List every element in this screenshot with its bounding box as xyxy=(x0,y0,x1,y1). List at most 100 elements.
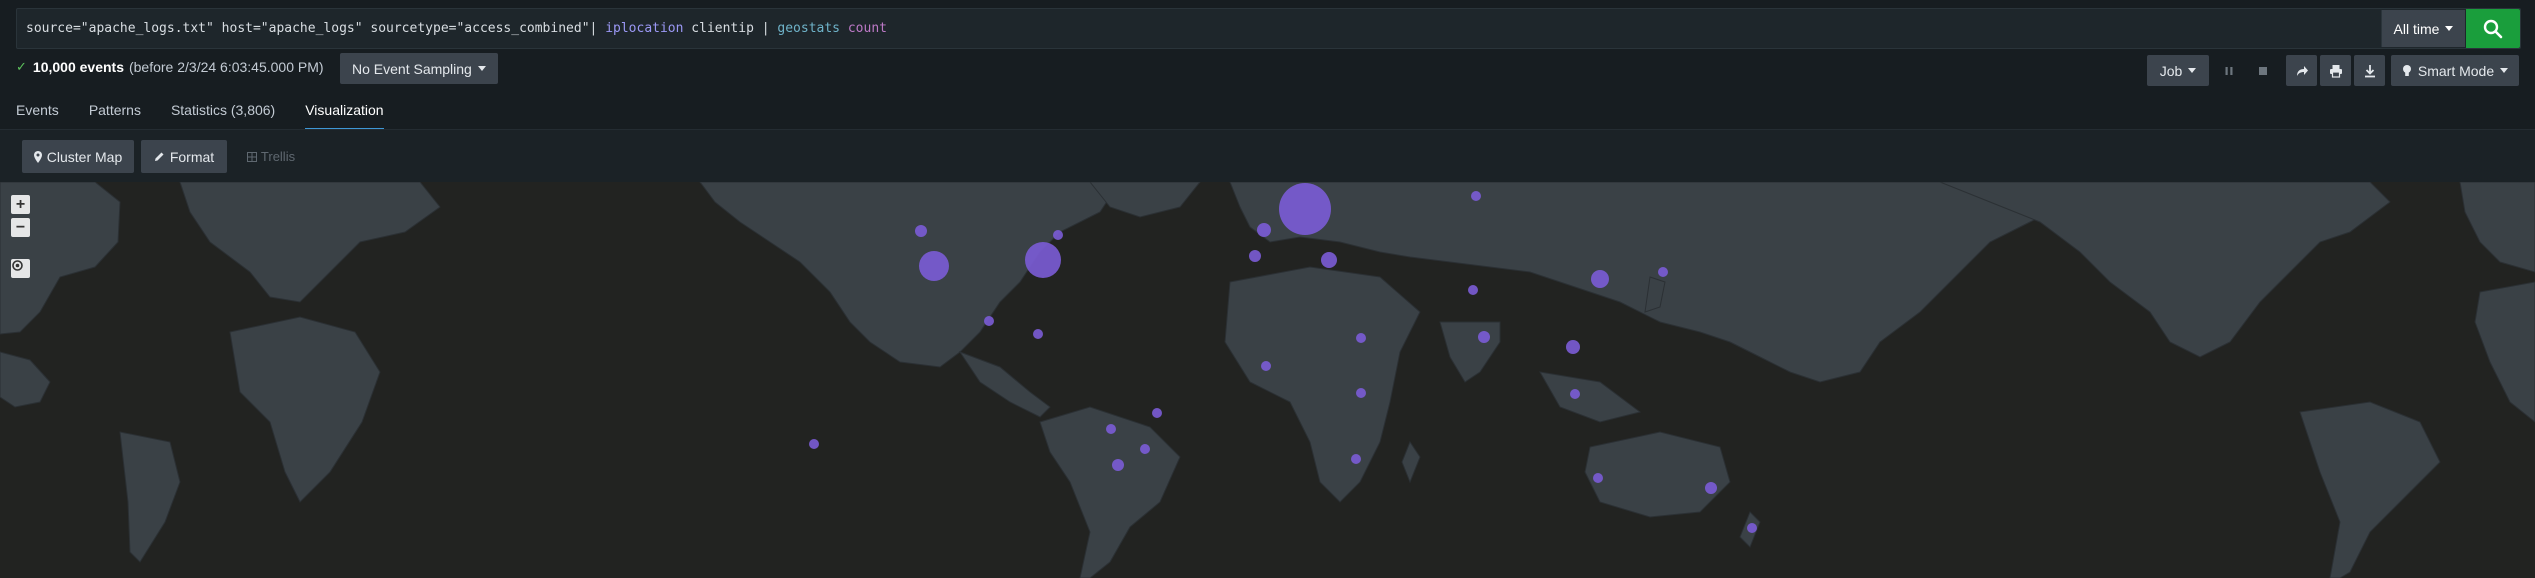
search-button[interactable] xyxy=(2466,9,2520,48)
cluster-marker xyxy=(1257,223,1271,237)
format-label: Format xyxy=(169,148,215,165)
cluster-marker xyxy=(1249,250,1261,262)
tab-events[interactable]: Events xyxy=(16,96,59,128)
cluster-marker xyxy=(1356,333,1366,343)
reset-view-button[interactable] xyxy=(11,259,30,278)
landmass-africa xyxy=(1224,266,1421,503)
cluster-marker xyxy=(1658,267,1668,277)
cluster-marker xyxy=(1112,459,1124,471)
job-label: Job xyxy=(2159,62,2183,79)
lightbulb-icon xyxy=(2402,64,2411,76)
zoom-in-button[interactable]: + xyxy=(11,195,30,214)
trellis-label: Trellis xyxy=(260,149,296,164)
landmass-south-america-west xyxy=(119,431,181,563)
cluster-map[interactable]: + − xyxy=(0,182,2535,578)
landmass-greenland xyxy=(1089,182,1201,218)
cluster-marker xyxy=(809,439,819,449)
share-button[interactable] xyxy=(2286,55,2317,86)
before-timestamp: (before 2/3/24 6:03:45.000 PM) xyxy=(128,59,324,75)
visualization-toolbar: Cluster Map Format Trellis xyxy=(0,130,2535,182)
cluster-marker xyxy=(1261,361,1271,371)
cluster-marker xyxy=(1351,454,1361,464)
zoom-out-button[interactable]: − xyxy=(11,218,30,237)
cluster-marker xyxy=(1033,329,1043,339)
stop-button[interactable] xyxy=(2247,55,2278,86)
format-button[interactable]: Format xyxy=(141,140,227,173)
job-status: ✓ 10,000 events (before 2/3/24 6:03:45.0… xyxy=(16,59,324,75)
cluster-marker xyxy=(1593,473,1603,483)
print-icon xyxy=(2329,64,2342,78)
search-query-input[interactable]: source="apache_logs.txt" host="apache_lo… xyxy=(26,21,887,36)
cluster-marker xyxy=(1025,242,1061,278)
cluster-marker xyxy=(1570,389,1580,399)
zoom-in-label: + xyxy=(15,195,26,213)
cluster-marker xyxy=(919,251,949,281)
job-menu-button[interactable]: Job xyxy=(2147,55,2209,86)
landmass-europe-east xyxy=(2459,182,2535,273)
pause-button[interactable] xyxy=(2213,55,2244,86)
trellis-button[interactable]: Trellis xyxy=(241,140,301,173)
search-icon xyxy=(2483,19,2503,38)
export-icon xyxy=(2364,64,2375,77)
query-text: clientip | xyxy=(683,21,778,36)
landmass-australia xyxy=(1584,431,1731,518)
pencil-icon xyxy=(154,152,164,161)
cluster-marker xyxy=(1747,523,1757,533)
cluster-marker xyxy=(915,225,927,237)
landmass-india xyxy=(1439,321,1501,383)
landmass-australia-west xyxy=(0,351,51,408)
cluster-marker xyxy=(1471,191,1481,201)
tab-patterns[interactable]: Patterns xyxy=(89,96,141,128)
chevron-down-icon xyxy=(2445,26,2454,31)
zoom-out-label: − xyxy=(15,218,26,236)
trellis-icon xyxy=(246,151,257,162)
tab-statistics[interactable]: Statistics (3,806) xyxy=(171,96,275,128)
time-range-label: All time xyxy=(2393,20,2440,37)
locate-icon xyxy=(12,260,23,271)
search-bar[interactable]: source="apache_logs.txt" host="apache_lo… xyxy=(16,8,2521,49)
landmass-south-america-east xyxy=(2299,401,2441,578)
landmass-southeast-asia xyxy=(1539,371,1642,423)
query-text: source="apache_logs.txt" host="apache_lo… xyxy=(26,21,606,36)
search-mode-label: Smart Mode xyxy=(2417,62,2495,79)
cluster-marker xyxy=(1140,444,1150,454)
landmass-africa-east xyxy=(2474,281,2535,423)
check-icon: ✓ xyxy=(16,59,27,74)
landmass-north-america xyxy=(699,182,1121,368)
cluster-marker xyxy=(1279,183,1331,235)
time-range-picker[interactable]: All time xyxy=(2381,10,2465,47)
landmass-north-america-east xyxy=(1939,182,2391,358)
visualization-type-button[interactable]: Cluster Map xyxy=(22,140,134,173)
map-marker-icon xyxy=(33,150,42,163)
cluster-marker xyxy=(1705,482,1717,494)
cluster-marker xyxy=(1468,285,1478,295)
cluster-marker xyxy=(1053,230,1063,240)
query-command-geostats: geostats xyxy=(777,21,841,36)
pause-icon xyxy=(2225,66,2232,75)
share-icon xyxy=(2296,65,2308,76)
cluster-map-label: Cluster Map xyxy=(46,148,123,165)
cluster-marker xyxy=(1152,408,1162,418)
tab-visualization[interactable]: Visualization xyxy=(305,96,384,130)
query-function-count: count xyxy=(847,21,887,36)
query-text xyxy=(840,21,848,36)
search-mode-dropdown[interactable]: Smart Mode xyxy=(2391,55,2519,86)
chevron-down-icon xyxy=(2188,68,2197,73)
landmass-madagascar xyxy=(1401,440,1421,484)
chevron-down-icon xyxy=(477,66,486,71)
landmass-central-america xyxy=(958,350,1051,418)
cluster-marker xyxy=(1321,252,1337,268)
cluster-marker xyxy=(1356,388,1366,398)
export-button[interactable] xyxy=(2354,55,2385,86)
landmass-africa-west xyxy=(229,316,381,503)
cluster-marker xyxy=(1106,424,1116,434)
print-button[interactable] xyxy=(2320,55,2351,86)
cluster-marker xyxy=(1591,270,1609,288)
landmass-north-america-west xyxy=(179,182,441,303)
stop-icon xyxy=(2258,66,2267,75)
sampling-label: No Event Sampling xyxy=(352,60,472,77)
results-tabs: Events Patterns Statistics (3,806) Visua… xyxy=(16,96,414,130)
chevron-down-icon xyxy=(2500,68,2509,73)
world-map xyxy=(0,182,2535,578)
event-sampling-dropdown[interactable]: No Event Sampling xyxy=(340,53,498,84)
